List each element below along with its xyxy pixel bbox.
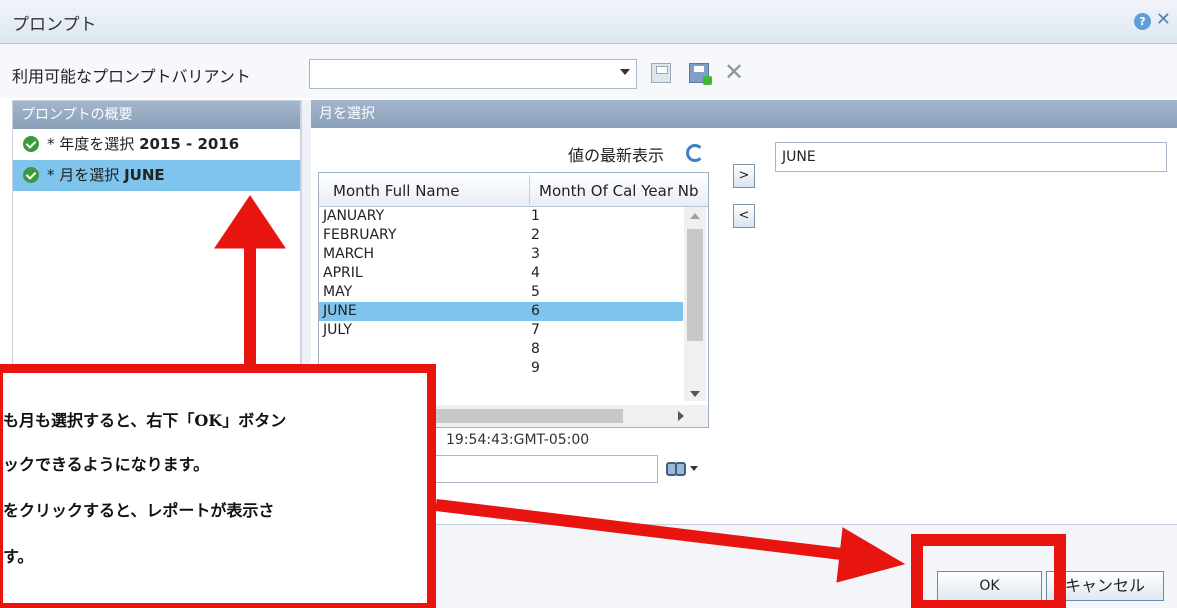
ok-highlight-box bbox=[911, 534, 1066, 608]
callout-line-4: す。 bbox=[3, 547, 34, 566]
annotation-callout: も月も選択すると、右下「OK」ボタン ックできるようになります。 をクリックする… bbox=[0, 364, 436, 608]
right-arrow-head bbox=[836, 527, 906, 583]
right-arrow-shaft bbox=[435, 499, 851, 561]
prompt-dialog: プロンプト ? ✕ 利用可能なプロンプトバリアント ✕ プロンプトの概要 * 年… bbox=[0, 0, 1177, 608]
callout-line-3: をクリックすると、レポートが表示さ bbox=[3, 501, 275, 520]
up-arrow-head bbox=[214, 195, 286, 249]
callout-line-1: も月も選択すると、右下「OK」ボタン bbox=[3, 411, 287, 430]
callout-line-2: ックできるようになります。 bbox=[3, 455, 210, 474]
